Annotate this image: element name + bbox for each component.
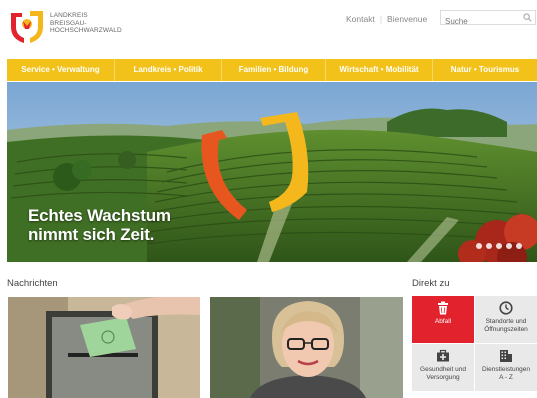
hero-caption: Echtes Wachstum nimmt sich Zeit.	[28, 206, 171, 244]
hero-caption-line: Echtes Wachstum	[28, 206, 171, 225]
slider-dot[interactable]	[486, 243, 492, 249]
hero-caption-line: nimmt sich Zeit.	[28, 225, 155, 244]
bienvenue-link[interactable]: Bienvenue	[387, 14, 427, 24]
nav-item-familien[interactable]: Familien • Bildung	[222, 59, 326, 81]
nav-item-service[interactable]: Service • Verwaltung	[7, 59, 115, 81]
contact-link[interactable]: Kontakt	[346, 14, 375, 24]
nav-item-wirtschaft[interactable]: Wirtschaft • Mobilität	[326, 59, 433, 81]
nav-item-landkreis[interactable]: Landkreis • Politik	[115, 59, 222, 81]
logo-text-line: HOCHSCHWARZWALD	[50, 27, 122, 34]
tile-abfall[interactable]: Abfall	[412, 296, 474, 343]
tile-standorte[interactable]: Standorte und Öffnungszeiten	[475, 296, 537, 343]
link-separator: |	[379, 14, 383, 24]
search-box	[440, 10, 536, 28]
logo-text: LANDKREIS BREISGAU- HOCHSCHWARZWALD	[50, 12, 122, 35]
slider-dot[interactable]	[506, 243, 512, 249]
tile-label: Versorgung	[426, 374, 460, 381]
tile-label: A - Z	[499, 374, 513, 381]
hero-slider[interactable]: Echtes Wachstum nimmt sich Zeit.	[7, 82, 537, 262]
district-logo[interactable]	[8, 7, 46, 45]
meta-links: Kontakt | Bienvenue	[346, 14, 427, 24]
search-input[interactable]	[441, 15, 519, 28]
medical-kit-icon	[437, 349, 449, 362]
tile-label: Standorte und	[485, 318, 527, 325]
site-header: LANDKREIS BREISGAU- HOCHSCHWARZWALD Kont…	[0, 0, 537, 58]
clock-icon	[499, 301, 513, 315]
ballot-box-image	[8, 297, 200, 398]
tile-label: Öffnungszeiten	[484, 326, 528, 333]
tile-label: Gesundheit und	[420, 366, 466, 373]
nav-item-natur[interactable]: Natur • Tourismus	[433, 59, 537, 81]
slider-dot[interactable]	[476, 243, 482, 249]
portrait-image	[210, 297, 403, 398]
search-icon[interactable]	[523, 13, 532, 22]
tile-label: Dienstleistungen	[481, 366, 531, 373]
building-icon	[500, 350, 512, 362]
slider-dot[interactable]	[496, 243, 502, 249]
district-logo-icon	[11, 11, 43, 43]
tile-label: Abfall	[434, 318, 452, 325]
logo-text-line: LANDKREIS	[50, 12, 88, 19]
tile-gesundheit[interactable]: Gesundheit und Versorgung	[412, 344, 474, 391]
slider-dots	[476, 243, 522, 249]
logo-text-line: BREISGAU-	[50, 19, 87, 27]
news-card-portrait[interactable]	[210, 297, 403, 398]
direct-links-heading: Direkt zu	[412, 278, 450, 289]
news-heading: Nachrichten	[7, 278, 58, 289]
trash-icon	[438, 301, 448, 315]
news-card-election[interactable]	[8, 297, 200, 398]
tile-dienstleistungen[interactable]: Dienstleistungen A - Z	[475, 344, 537, 391]
slider-dot[interactable]	[516, 243, 522, 249]
main-navigation: Service • Verwaltung Landkreis • Politik…	[7, 59, 537, 81]
